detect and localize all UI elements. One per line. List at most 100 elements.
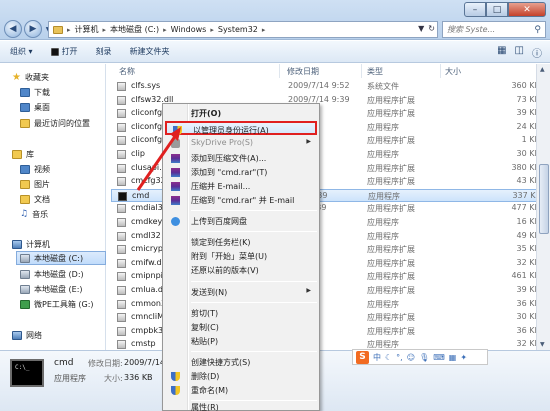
menu-item-run-as-admin[interactable]: 以管理员身份运行(A) bbox=[165, 121, 317, 135]
menu-item-properties[interactable]: 属性(R) bbox=[165, 402, 317, 411]
file-icon bbox=[117, 82, 126, 91]
nav-documents[interactable]: 文档 bbox=[20, 192, 50, 206]
file-name: cmcfg32 bbox=[131, 176, 166, 186]
help-icon[interactable]: ⓘ bbox=[532, 45, 542, 60]
nav-drive-d[interactable]: 本地磁盘 (D:) bbox=[20, 267, 84, 281]
scroll-thumb[interactable] bbox=[539, 164, 549, 234]
file-name: cmstp bbox=[131, 339, 156, 349]
column-date[interactable]: 修改日期 bbox=[287, 66, 319, 77]
details-size-label: 大小: bbox=[104, 374, 123, 383]
column-divider[interactable] bbox=[279, 64, 280, 78]
drive-icon bbox=[20, 284, 30, 294]
breadcrumb-computer[interactable]: 计算机 bbox=[75, 24, 99, 35]
nav-drive-e[interactable]: 本地磁盘 (E:) bbox=[20, 282, 83, 296]
refresh-icon[interactable]: ↻ bbox=[428, 24, 435, 33]
breadcrumb-system32[interactable]: System32 bbox=[218, 25, 258, 34]
forward-button[interactable]: ▶ bbox=[24, 20, 42, 38]
nav-label: 本地磁盘 (D:) bbox=[34, 269, 84, 279]
nav-pictures[interactable]: 图片 bbox=[20, 177, 50, 191]
chevron-right-icon: ▸ bbox=[210, 25, 214, 34]
nav-drive-c[interactable]: 本地磁盘 (C:) bbox=[16, 251, 106, 265]
file-size: 49 KB bbox=[516, 230, 540, 240]
winrar-icon bbox=[171, 182, 180, 191]
menu-item-zip-email[interactable]: 压缩并 E-mail... bbox=[165, 179, 317, 193]
menu-item-paste[interactable]: 粘贴(P) bbox=[165, 334, 317, 348]
search-box[interactable]: 搜索 Syste... ⚲ bbox=[442, 21, 546, 38]
nav-libraries[interactable]: 库 bbox=[12, 147, 34, 161]
file-icon bbox=[117, 326, 126, 336]
submenu-arrow-icon: ▶ bbox=[306, 138, 311, 145]
nav-recent-places[interactable]: 最近访问的位置 bbox=[20, 116, 90, 130]
scroll-down-icon[interactable]: ▼ bbox=[540, 341, 545, 348]
new-folder-button[interactable]: 新建文件夹 bbox=[130, 46, 170, 57]
network-icon bbox=[12, 330, 22, 340]
menu-item-delete[interactable]: 删除(D) bbox=[165, 369, 317, 383]
menu-item-copy[interactable]: 复制(C) bbox=[165, 320, 317, 334]
menu-item-pin-start[interactable]: 附到「开始」菜单(U) bbox=[165, 249, 317, 263]
open-label: 打开 bbox=[61, 47, 78, 56]
column-type[interactable]: 类型 bbox=[367, 66, 383, 77]
cmd-icon bbox=[118, 191, 127, 201]
open-button[interactable]: 打开 bbox=[50, 46, 78, 57]
menu-item-cut[interactable]: 剪切(T) bbox=[165, 306, 317, 320]
menu-item-add-rar[interactable]: 添加到 "cmd.rar"(T) bbox=[165, 165, 317, 179]
menu-item-open[interactable]: 打开(O) bbox=[165, 106, 317, 120]
emoji-icon[interactable]: ☺ bbox=[407, 353, 415, 362]
menu-item-restore-versions[interactable]: 还原以前的版本(V) bbox=[165, 263, 317, 277]
nav-label: 最近访问的位置 bbox=[34, 118, 90, 128]
skin-icon[interactable]: ▦ bbox=[449, 353, 457, 362]
menu-label: 添加到 "cmd.rar"(T) bbox=[191, 168, 268, 177]
file-row[interactable]: clfs.sys 2009/7/14 9:52 系统文件 360 KB bbox=[111, 80, 543, 93]
ime-mode[interactable]: 中 bbox=[373, 352, 381, 363]
close-button[interactable]: ✕ bbox=[508, 2, 546, 17]
ime-toolbar[interactable]: S 中 ☾ °, ☺ 🎙 ⌨ ▦ ✦ bbox=[352, 349, 488, 365]
nav-downloads[interactable]: 下载 bbox=[20, 85, 50, 99]
menu-item-rar-email[interactable]: 压缩到 "cmd.rar" 并 E-mail bbox=[165, 193, 317, 207]
file-name: cmncliM bbox=[131, 312, 165, 322]
maximize-button[interactable]: □ bbox=[486, 2, 508, 17]
address-dropdown-icon[interactable]: ▼ bbox=[418, 24, 424, 33]
menu-item-pin-taskbar[interactable]: 锁定到任务栏(K) bbox=[165, 235, 317, 249]
back-button[interactable]: ◀ bbox=[4, 20, 22, 38]
nav-computer[interactable]: 计算机 bbox=[12, 237, 50, 251]
column-name[interactable]: 名称 bbox=[119, 66, 135, 77]
menu-item-skydrive[interactable]: SkyDrive Pro(S) ▶ bbox=[165, 136, 317, 150]
nav-network[interactable]: 网络 bbox=[12, 328, 42, 342]
folder-icon bbox=[53, 25, 63, 34]
microphone-icon[interactable]: 🎙 bbox=[419, 353, 429, 362]
nav-favorites[interactable]: ★ 收藏夹 bbox=[12, 70, 49, 84]
menu-item-send-to[interactable]: 发送到(N) ▶ bbox=[165, 285, 317, 299]
nav-videos[interactable]: 视频 bbox=[20, 162, 50, 176]
desktop-folder-icon bbox=[20, 102, 30, 112]
view-options-icon[interactable]: ▦ bbox=[497, 45, 506, 60]
nav-drive-g[interactable]: 微PE工具箱 (G:) bbox=[20, 297, 94, 311]
column-size[interactable]: 大小 bbox=[445, 66, 461, 77]
column-divider[interactable] bbox=[440, 64, 441, 78]
column-divider[interactable] bbox=[361, 64, 362, 78]
moon-icon[interactable]: ☾ bbox=[385, 353, 392, 362]
nav-desktop[interactable]: 桌面 bbox=[20, 100, 50, 114]
keyboard-icon[interactable]: ⌨ bbox=[433, 353, 445, 362]
search-input[interactable]: 搜索 Syste... bbox=[447, 24, 495, 35]
menu-item-add-archive[interactable]: 添加到压缩文件(A)... bbox=[165, 151, 317, 165]
breadcrumb-drive-c[interactable]: 本地磁盘 (C:) bbox=[110, 24, 159, 35]
punctuation-icon[interactable]: °, bbox=[396, 353, 403, 362]
minimize-button[interactable]: – bbox=[464, 2, 486, 17]
nav-music[interactable]: ♫ 音乐 bbox=[20, 207, 48, 221]
organize-button[interactable]: 组织 ▾ bbox=[10, 46, 33, 57]
search-icon: ⚲ bbox=[534, 24, 541, 35]
burn-button[interactable]: 刻录 bbox=[96, 46, 112, 57]
file-type: 应用程序 bbox=[368, 191, 400, 201]
menu-separator bbox=[191, 231, 317, 232]
menu-item-baidu-upload[interactable]: 上传到百度网盘 bbox=[165, 214, 317, 228]
file-type: 应用程序 bbox=[367, 299, 399, 309]
vertical-scrollbar[interactable]: ▲ ▼ bbox=[536, 64, 550, 350]
address-bar[interactable]: ▸ 计算机 ▸ 本地磁盘 (C:) ▸ Windows ▸ System32 ▸… bbox=[48, 21, 438, 38]
cmd-icon bbox=[50, 47, 59, 56]
preview-pane-icon[interactable]: ◫ bbox=[515, 45, 524, 60]
breadcrumb-windows[interactable]: Windows bbox=[171, 25, 207, 34]
tools-icon[interactable]: ✦ bbox=[460, 353, 467, 362]
menu-item-rename[interactable]: 重命名(M) bbox=[165, 383, 317, 397]
menu-item-create-shortcut[interactable]: 创建快捷方式(S) bbox=[165, 355, 317, 369]
scroll-up-icon[interactable]: ▲ bbox=[540, 66, 545, 73]
